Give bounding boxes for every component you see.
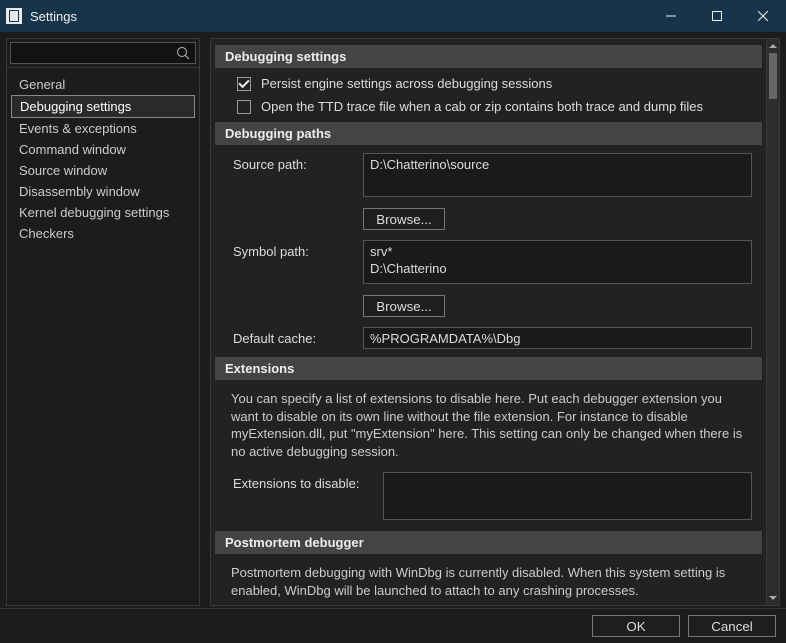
source-path-input[interactable] (363, 153, 752, 197)
dialog-footer: OK Cancel (0, 608, 786, 643)
open-ttd-label: Open the TTD trace file when a cab or zi… (261, 99, 703, 114)
search-input[interactable] (10, 42, 196, 64)
sidebar-item-checkers[interactable]: Checkers (11, 223, 195, 244)
section-header-extensions: Extensions (215, 357, 762, 380)
close-button[interactable] (740, 0, 786, 32)
symbol-path-label: Symbol path: (233, 240, 353, 259)
vertical-scrollbar[interactable] (766, 39, 779, 605)
symbol-path-input[interactable] (363, 240, 752, 284)
persist-engine-checkbox[interactable] (237, 77, 251, 91)
extensions-disable-input[interactable] (383, 472, 752, 520)
open-ttd-checkbox[interactable] (237, 100, 251, 114)
extensions-disable-label: Extensions to disable: (233, 472, 373, 491)
ok-button[interactable]: OK (592, 615, 680, 637)
postmortem-description: Postmortem debugging with WinDbg is curr… (215, 560, 762, 605)
source-path-label: Source path: (233, 153, 353, 172)
window-title: Settings (30, 9, 77, 24)
titlebar: Settings (0, 0, 786, 32)
sidebar: General Debugging settings Events & exce… (6, 38, 200, 606)
maximize-button[interactable] (694, 0, 740, 32)
sidebar-item-debugging-settings[interactable]: Debugging settings (11, 95, 195, 118)
cancel-button[interactable]: Cancel (688, 615, 776, 637)
sidebar-item-kernel-debugging[interactable]: Kernel debugging settings (11, 202, 195, 223)
scroll-up-icon[interactable] (767, 39, 779, 53)
extensions-description: You can specify a list of extensions to … (215, 386, 762, 470)
nav-list: General Debugging settings Events & exce… (7, 68, 199, 250)
minimize-button[interactable] (648, 0, 694, 32)
default-cache-input[interactable] (363, 327, 752, 349)
source-path-browse-button[interactable]: Browse... (363, 208, 445, 230)
sidebar-item-general[interactable]: General (11, 74, 195, 95)
persist-engine-label: Persist engine settings across debugging… (261, 76, 552, 91)
default-cache-label: Default cache: (233, 327, 353, 346)
section-header-debugging-settings: Debugging settings (215, 45, 762, 68)
scroll-down-icon[interactable] (767, 591, 779, 605)
section-header-debugging-paths: Debugging paths (215, 122, 762, 145)
sidebar-item-command-window[interactable]: Command window (11, 139, 195, 160)
settings-content: Debugging settings Persist engine settin… (210, 38, 780, 606)
sidebar-item-source-window[interactable]: Source window (11, 160, 195, 181)
app-icon (6, 8, 22, 24)
sidebar-item-events-exceptions[interactable]: Events & exceptions (11, 118, 195, 139)
scroll-thumb[interactable] (769, 53, 777, 99)
section-header-postmortem: Postmortem debugger (215, 531, 762, 554)
symbol-path-browse-button[interactable]: Browse... (363, 295, 445, 317)
sidebar-item-disassembly-window[interactable]: Disassembly window (11, 181, 195, 202)
